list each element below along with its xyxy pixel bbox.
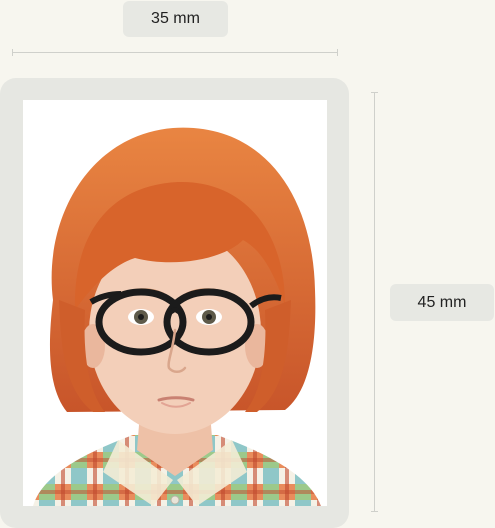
child-portrait-image bbox=[33, 127, 321, 506]
height-dimension-line bbox=[371, 92, 378, 512]
passport-photo bbox=[23, 100, 327, 506]
width-dimension-line bbox=[12, 49, 338, 56]
height-dimension-label: 45 mm bbox=[390, 284, 494, 321]
width-dimension-label: 35 mm bbox=[123, 1, 228, 37]
